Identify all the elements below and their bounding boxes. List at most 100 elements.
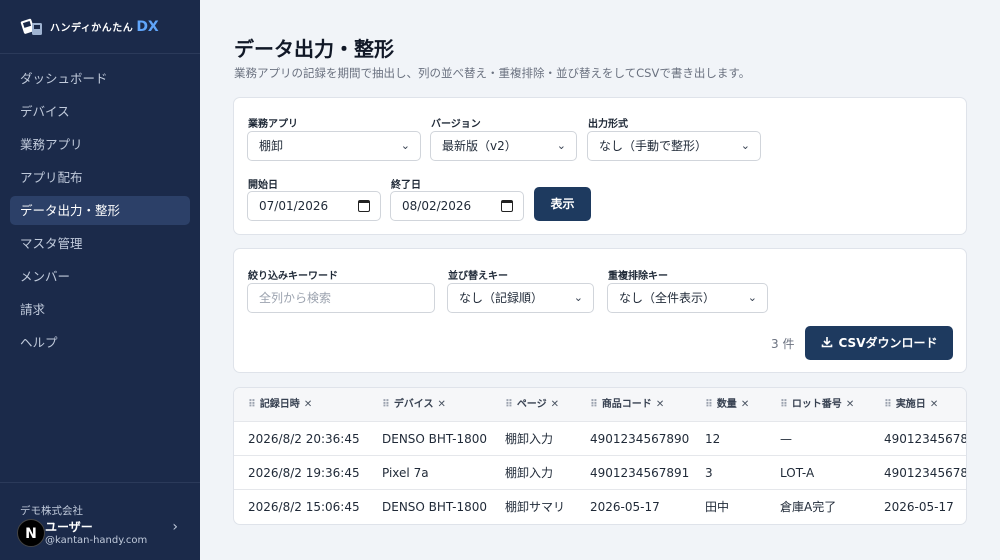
show-button[interactable]: 表示 (534, 187, 591, 221)
user-name: ユーザー (45, 520, 93, 534)
table-cell: Pixel 7a (382, 466, 429, 480)
page-title: データ出力・整形 (234, 37, 394, 61)
start-date-input[interactable]: 07/01/2026 (247, 191, 381, 221)
format-label: 出力形式 (588, 119, 628, 130)
chevron-down-icon: ⌄ (573, 291, 583, 304)
csv-download-button[interactable]: CSVダウンロード (805, 326, 953, 360)
close-icon[interactable]: ✕ (551, 399, 559, 410)
table-cell: 2026/8/2 19:36:45 (248, 466, 360, 480)
column-title: ページ (516, 399, 547, 410)
drag-handle-icon[interactable]: ⠿ (780, 399, 788, 410)
format-select-value: なし（手動で整形） (599, 139, 708, 153)
sidebar-item-app-distribution[interactable]: アプリ配布 (10, 163, 190, 192)
column-title: 商品コード (601, 399, 652, 410)
drag-handle-icon[interactable]: ⠿ (590, 399, 598, 410)
format-select[interactable]: なし（手動で整形） ⌄ (587, 131, 761, 161)
close-icon[interactable]: ✕ (656, 399, 664, 410)
close-icon[interactable]: ✕ (930, 399, 938, 410)
column-header-executed-date[interactable]: ⠿ 実施日 ✕ (884, 388, 938, 422)
dedupe-key-label: 重複排除キー (608, 271, 668, 282)
sort-key-select[interactable]: なし（記録順） ⌄ (447, 283, 594, 313)
chevron-down-icon: ⌄ (740, 139, 750, 152)
drag-handle-icon[interactable]: ⠿ (884, 399, 892, 410)
start-date-label: 開始日 (248, 180, 278, 191)
app-select-value: 棚卸 (259, 139, 284, 153)
drag-handle-icon[interactable]: ⠿ (382, 399, 390, 410)
brand[interactable]: ハンディかんたん DX (0, 0, 200, 54)
sort-key-value: なし（記録順） (459, 291, 544, 305)
chevron-right-icon[interactable]: › (172, 519, 178, 535)
table-cell: 4901234567891 (590, 466, 690, 480)
app-select[interactable]: 棚卸 ⌄ (247, 131, 421, 161)
table-row: 2026/8/2 19:36:45 Pixel 7a 棚卸入力 49012345… (234, 456, 967, 490)
version-select[interactable]: 最新版（v2） ⌄ (430, 131, 577, 161)
sidebar-item-devices[interactable]: デバイス (10, 97, 190, 126)
page-subtitle: 業務アプリの記録を期間で抽出し、列の並べ替え・重複排除・並び替えをしてCSVで書… (234, 66, 751, 80)
table-cell: 棚卸入力 (505, 432, 554, 446)
table-cell: 3 (705, 466, 713, 480)
sidebar-item-members[interactable]: メンバー (10, 262, 190, 291)
close-icon[interactable]: ✕ (438, 399, 446, 410)
table-row: 2026/8/2 20:36:45 DENSO BHT-1800 棚卸入力 49… (234, 422, 967, 456)
version-select-value: 最新版（v2） (442, 139, 517, 153)
sidebar-item-dashboard[interactable]: ダッシュボード (10, 64, 190, 93)
table-cell: DENSO BHT-1800 (382, 432, 488, 446)
close-icon[interactable]: ✕ (304, 399, 312, 410)
column-header-page[interactable]: ⠿ ページ ✕ (505, 388, 559, 422)
column-title: ロット番号 (791, 399, 842, 410)
dedupe-key-select[interactable]: なし（全件表示） ⌄ (607, 283, 768, 313)
app-label: 業務アプリ (248, 119, 298, 130)
version-label: バージョン (431, 119, 481, 130)
close-icon[interactable]: ✕ (741, 399, 749, 410)
column-header-lot-number[interactable]: ⠿ ロット番号 ✕ (780, 388, 854, 422)
sidebar-item-data-export[interactable]: データ出力・整形 (10, 196, 190, 225)
column-title: 数量 (716, 399, 737, 410)
column-title: 記録日時 (259, 399, 300, 410)
drag-handle-icon[interactable]: ⠿ (505, 399, 513, 410)
keyword-label: 絞り込みキーワード (248, 271, 338, 282)
table-cell: 田中 (705, 500, 730, 514)
keyword-input[interactable]: 全列から検索 (247, 283, 435, 313)
user-menu[interactable]: デモ株式会社 ユーザー @kantan-handy.com N › (0, 482, 200, 560)
drag-handle-icon[interactable]: ⠿ (248, 399, 256, 410)
sidebar-item-billing[interactable]: 請求 (10, 295, 190, 324)
table-cell: 2026-05-17 (884, 500, 954, 514)
table-cell: 2026/8/2 15:06:45 (248, 500, 360, 514)
close-icon[interactable]: ✕ (846, 399, 854, 410)
brand-name: ハンディかんたん (50, 23, 134, 34)
table-cell: 棚卸サマリ (505, 500, 566, 514)
table-cell: 4901234567890 (590, 432, 690, 446)
end-date-value: 08/02/2026 (402, 199, 472, 213)
column-header-product-code[interactable]: ⠿ 商品コード ✕ (590, 388, 664, 422)
user-email: @kantan-handy.com (45, 535, 148, 546)
download-icon (821, 337, 832, 348)
sidebar-item-business-apps[interactable]: 業務アプリ (10, 130, 190, 159)
table-cell: 2026/8/2 20:36:45 (248, 432, 360, 446)
calendar-icon[interactable] (501, 200, 513, 212)
org-name: デモ株式会社 (20, 505, 83, 517)
column-header-device[interactable]: ⠿ デバイス ✕ (382, 388, 446, 422)
end-date-input[interactable]: 08/02/2026 (390, 191, 524, 221)
chevron-down-icon: ⌄ (400, 139, 410, 152)
data-table: ⠿ 記録日時 ✕ ⠿ デバイス ✕ ⠿ ページ ✕ ⠿ 商品コード ✕ ⠿ 数量 ✕ ⠿ ロット番号 ✕… (233, 387, 967, 525)
csv-download-label: CSVダウンロード (838, 336, 938, 350)
calendar-icon[interactable] (358, 200, 370, 212)
brand-suffix: DX (136, 18, 159, 35)
table-row: 2026/8/2 15:06:45 DENSO BHT-1800 棚卸サマリ 2… (234, 490, 966, 524)
drag-handle-icon[interactable]: ⠿ (705, 399, 713, 410)
tools-card: 絞り込みキーワード 全列から検索 並び替えキー なし（記録順） ⌄ 重複排除キー… (233, 248, 967, 373)
chevron-down-icon: ⌄ (747, 291, 757, 304)
table-cell: 棚卸入力 (505, 466, 554, 480)
table-cell: 4901234567890 (884, 432, 967, 446)
sidebar-item-master[interactable]: マスタ管理 (10, 229, 190, 258)
column-header-recorded-at[interactable]: ⠿ 記録日時 ✕ (248, 388, 312, 422)
column-header-quantity[interactable]: ⠿ 数量 ✕ (705, 388, 749, 422)
avatar[interactable]: N (17, 519, 45, 547)
sidebar: ハンディかんたん DX ダッシュボード デバイス 業務アプリ アプリ配布 データ… (0, 0, 200, 560)
sidebar-item-help[interactable]: ヘルプ (10, 328, 190, 357)
table-cell: 倉庫A完了 (780, 500, 837, 514)
dedupe-key-value: なし（全件表示） (619, 291, 716, 305)
table-cell: 4901234567891 (884, 466, 967, 480)
sort-key-label: 並び替えキー (448, 271, 508, 282)
start-date-value: 07/01/2026 (259, 199, 329, 213)
